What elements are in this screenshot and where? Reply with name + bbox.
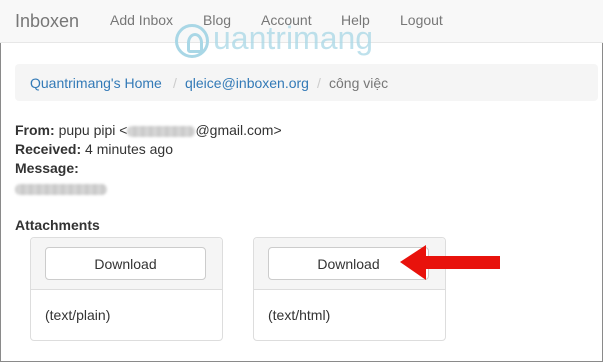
from-suffix: @gmail.com> (195, 122, 282, 138)
nav-add-inbox[interactable]: Add Inbox (110, 12, 173, 28)
attachment-card-header: Download (31, 238, 222, 290)
brand-link[interactable]: Inboxen (15, 11, 79, 32)
message-row: Message: (15, 160, 79, 176)
watermark-text: uantrimang (213, 20, 374, 56)
from-row: From: pupu pipi < @gmail.com> (15, 122, 282, 138)
received-label: Received: (15, 141, 82, 157)
message-body (15, 180, 107, 196)
message-label: Message: (15, 160, 79, 176)
lightbulb-icon (175, 24, 209, 58)
breadcrumb-inbox[interactable]: qleice@inboxen.org (185, 75, 309, 91)
breadcrumb-home[interactable]: Quantrimang's Home (30, 75, 162, 91)
download-button[interactable]: Download (45, 247, 206, 280)
attachments-title: Attachments (15, 217, 100, 233)
attachment-type: (text/plain) (45, 307, 111, 323)
breadcrumb-separator: / (317, 75, 321, 91)
breadcrumb-separator: / (173, 75, 177, 91)
breadcrumb-current: công việc (329, 75, 389, 91)
redacted-email-local (127, 125, 196, 137)
arrow-shape (400, 245, 500, 280)
attachment-type: (text/html) (268, 307, 331, 323)
received-row: Received: 4 minutes ago (15, 141, 173, 157)
from-label: From: (15, 122, 55, 138)
redacted-message (15, 183, 107, 195)
red-arrow-icon (400, 245, 500, 280)
watermark-logo: uantrimang (175, 20, 425, 64)
breadcrumb: Quantrimang's Home / qleice@inboxen.org … (15, 64, 598, 101)
attachment-card: Download (text/plain) (30, 237, 223, 341)
received-value: 4 minutes ago (85, 141, 173, 157)
from-name: pupu pipi < (58, 122, 128, 138)
